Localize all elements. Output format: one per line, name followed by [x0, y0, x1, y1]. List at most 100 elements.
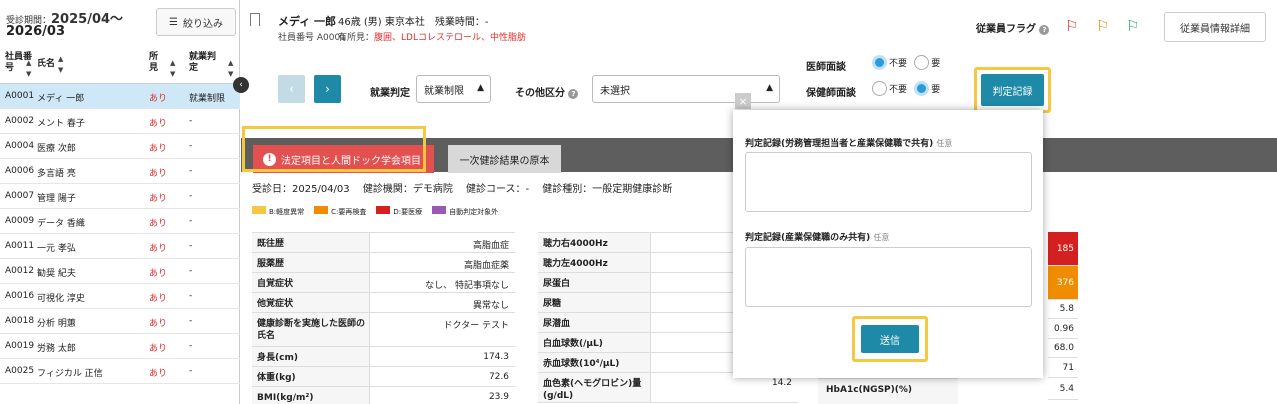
table-row: 他覚症状 異常なし — [252, 293, 515, 313]
nurse-no-radio[interactable] — [872, 81, 887, 96]
employee-flag-label: 従業員フラグ ? — [976, 20, 1050, 35]
row-judge: 就業制限 — [189, 94, 226, 104]
col-name[interactable]: 氏名 — [37, 59, 55, 70]
tab-highlight — [242, 126, 426, 172]
cell-value: 174.3 — [483, 352, 509, 362]
result-value: 68.0 — [1048, 339, 1078, 358]
legend-item: 自動判定対象外 — [432, 205, 498, 217]
sort-name-icon[interactable]: ▲ ▼ — [58, 54, 63, 76]
filter-button[interactable]: ☰ 絞り込み — [156, 8, 236, 36]
nurse-yes-radio[interactable] — [914, 81, 930, 96]
legend-swatch — [376, 205, 391, 214]
row-flag: あり — [149, 194, 168, 204]
row-flag: あり — [149, 219, 168, 229]
row-id: A0019 — [5, 341, 35, 351]
next-employee-button[interactable]: › — [314, 75, 341, 103]
row-judge: - — [189, 316, 193, 326]
row-flag: あり — [149, 319, 168, 329]
doctor-no-radio[interactable] — [872, 55, 887, 70]
col-flag[interactable]: 所見 — [149, 52, 158, 74]
table-row[interactable]: A0025 フィジカル 正信 あり - — [0, 359, 240, 384]
flag-green-icon[interactable]: ⚐ — [1126, 17, 1139, 35]
row-flag: あり — [149, 369, 168, 379]
legend-item: D:要医療 — [376, 205, 422, 217]
cell-value: 異常なし — [472, 301, 509, 311]
cell-key: 自覚症状 — [252, 273, 370, 292]
judge-label: 就業判定 — [370, 88, 410, 99]
tab-original-results[interactable]: 一次健診結果の原本 — [448, 145, 561, 173]
row-flag: あり — [149, 94, 168, 104]
row-flag: あり — [149, 269, 168, 279]
employee-sidebar: 受診期間：2025/04〜 2026/03 ☰ 絞り込み 社員番号 ▲ ▼ 氏名 … — [0, 0, 240, 404]
cell-key: 他覚症状 — [252, 293, 370, 312]
table-row[interactable]: A0016 可視化 淳史 あり - — [0, 284, 240, 309]
filter-icon: ☰ — [169, 16, 178, 28]
bookmark-icon[interactable] — [250, 13, 260, 26]
doctor-interview-radios: 不要 要 — [872, 55, 944, 70]
legend-swatch — [432, 205, 447, 214]
close-popup-icon[interactable]: × — [735, 93, 751, 109]
doctor-yes-radio[interactable] — [914, 55, 930, 70]
judgement-record-button[interactable]: 判定記録 — [981, 74, 1044, 106]
other-label: その他区分 ? — [515, 84, 579, 99]
row-name: 可視化 淳史 — [37, 294, 85, 304]
cell-value: 72.6 — [488, 372, 509, 382]
row-name: 管理 陽子 — [37, 194, 76, 204]
table-row[interactable]: A0018 分析 明蕙 あり - — [0, 309, 240, 334]
flag-red-icon[interactable]: ⚐ — [1065, 17, 1078, 35]
prev-employee-button[interactable]: ‹ — [278, 75, 305, 103]
sort-judge-icon[interactable]: ▲ ▼ — [228, 58, 233, 80]
findings: 有所見：腹囲、LDLコレステロール、中性脂肪 — [338, 33, 526, 43]
employee-detail-button[interactable]: 従業員情報詳細 — [1164, 12, 1266, 42]
record-shared-textarea[interactable] — [745, 152, 1032, 212]
table-row[interactable]: A0004 医療 次郎 あり - — [0, 134, 240, 159]
cell-key: 血色素(ヘモグロビン)量(g/dL) — [538, 373, 651, 402]
result-value: 185 — [1048, 232, 1078, 266]
nurse-interview-radios: 不要 要 — [872, 81, 944, 96]
row-judge: - — [189, 166, 193, 176]
select-arrow-icon: ▲ — [766, 83, 773, 93]
help-icon: ? — [568, 89, 579, 99]
row-judge: - — [189, 116, 193, 126]
cell-key: BMI(kg/m²) — [252, 387, 370, 404]
table-row[interactable]: A0006 多言語 亮 あり - — [0, 159, 240, 184]
cell-key: 体重(kg) — [252, 367, 370, 386]
send-button[interactable]: 送信 — [861, 325, 919, 353]
collapse-sidebar-icon[interactable]: ‹ — [233, 77, 249, 93]
nurse-interview-label: 保健師面談 — [806, 88, 856, 99]
row-judge: - — [189, 241, 193, 251]
judge-select[interactable]: 就業制限 ▲ — [416, 75, 491, 103]
row-name: フィジカル 正信 — [37, 369, 103, 379]
table-row[interactable]: A0011 一元 孝弘 あり - — [0, 234, 240, 259]
cell-key: 尿糖 — [538, 293, 651, 312]
employee-list-header: 社員番号 ▲ ▼ 氏名 ▲ ▼ 所見 ▲ ▼ 就業判定 ▲ ▼ — [0, 50, 240, 84]
table-row[interactable]: A0001 メディ 一郎 あり 就業制限 — [0, 84, 240, 109]
row-flag: あり — [149, 144, 168, 154]
cell-value: 高脂血症 — [472, 241, 509, 251]
row-name: 一元 孝弘 — [37, 244, 76, 254]
row-id: A0012 — [5, 266, 35, 276]
record-shared-label: 判定記録(労務管理担当者と産業保健職で共有) 任意 — [745, 139, 953, 149]
row-id: A0004 — [5, 141, 35, 151]
table-row[interactable]: A0019 労務 太郎 あり - — [0, 334, 240, 359]
exam-table-1: 既往歴 高脂血症 服薬歴 高脂血症薬 自覚症状 なし、 特記事項なし 他覚症状 異常なし 健康診… — [252, 232, 515, 404]
cell-key: 健康診断を実施した医師の氏名 — [252, 313, 370, 346]
sort-flag-icon[interactable]: ▲ ▼ — [170, 58, 175, 80]
result-value: 0.96 — [1048, 319, 1078, 339]
row-id: A0011 — [5, 241, 35, 251]
row-judge: - — [189, 291, 193, 301]
table-row[interactable]: A0012 勧奨 紀夫 あり - — [0, 259, 240, 284]
cell-key: 白血球数(/μL) — [538, 333, 651, 352]
row-id: A0001 — [5, 91, 35, 101]
table-row[interactable]: A0007 管理 陽子 あり - — [0, 184, 240, 209]
select-arrow-icon: ▲ — [477, 83, 484, 93]
table-row[interactable]: A0009 データ 香織 あり - — [0, 209, 240, 234]
col-judge[interactable]: 就業判定 — [189, 52, 216, 74]
record-private-textarea[interactable] — [745, 247, 1032, 307]
table-row[interactable]: A0002 メント 春子 あり - — [0, 109, 240, 134]
flag-orange-icon[interactable]: ⚐ — [1096, 17, 1109, 35]
other-select[interactable]: 未選択 ▲ — [592, 75, 780, 103]
hba1c-label: HbA1c(NGSP)(%) — [818, 378, 958, 404]
row-id: A0009 — [5, 216, 35, 226]
sort-id-icon[interactable]: ▲ ▼ — [26, 58, 31, 80]
